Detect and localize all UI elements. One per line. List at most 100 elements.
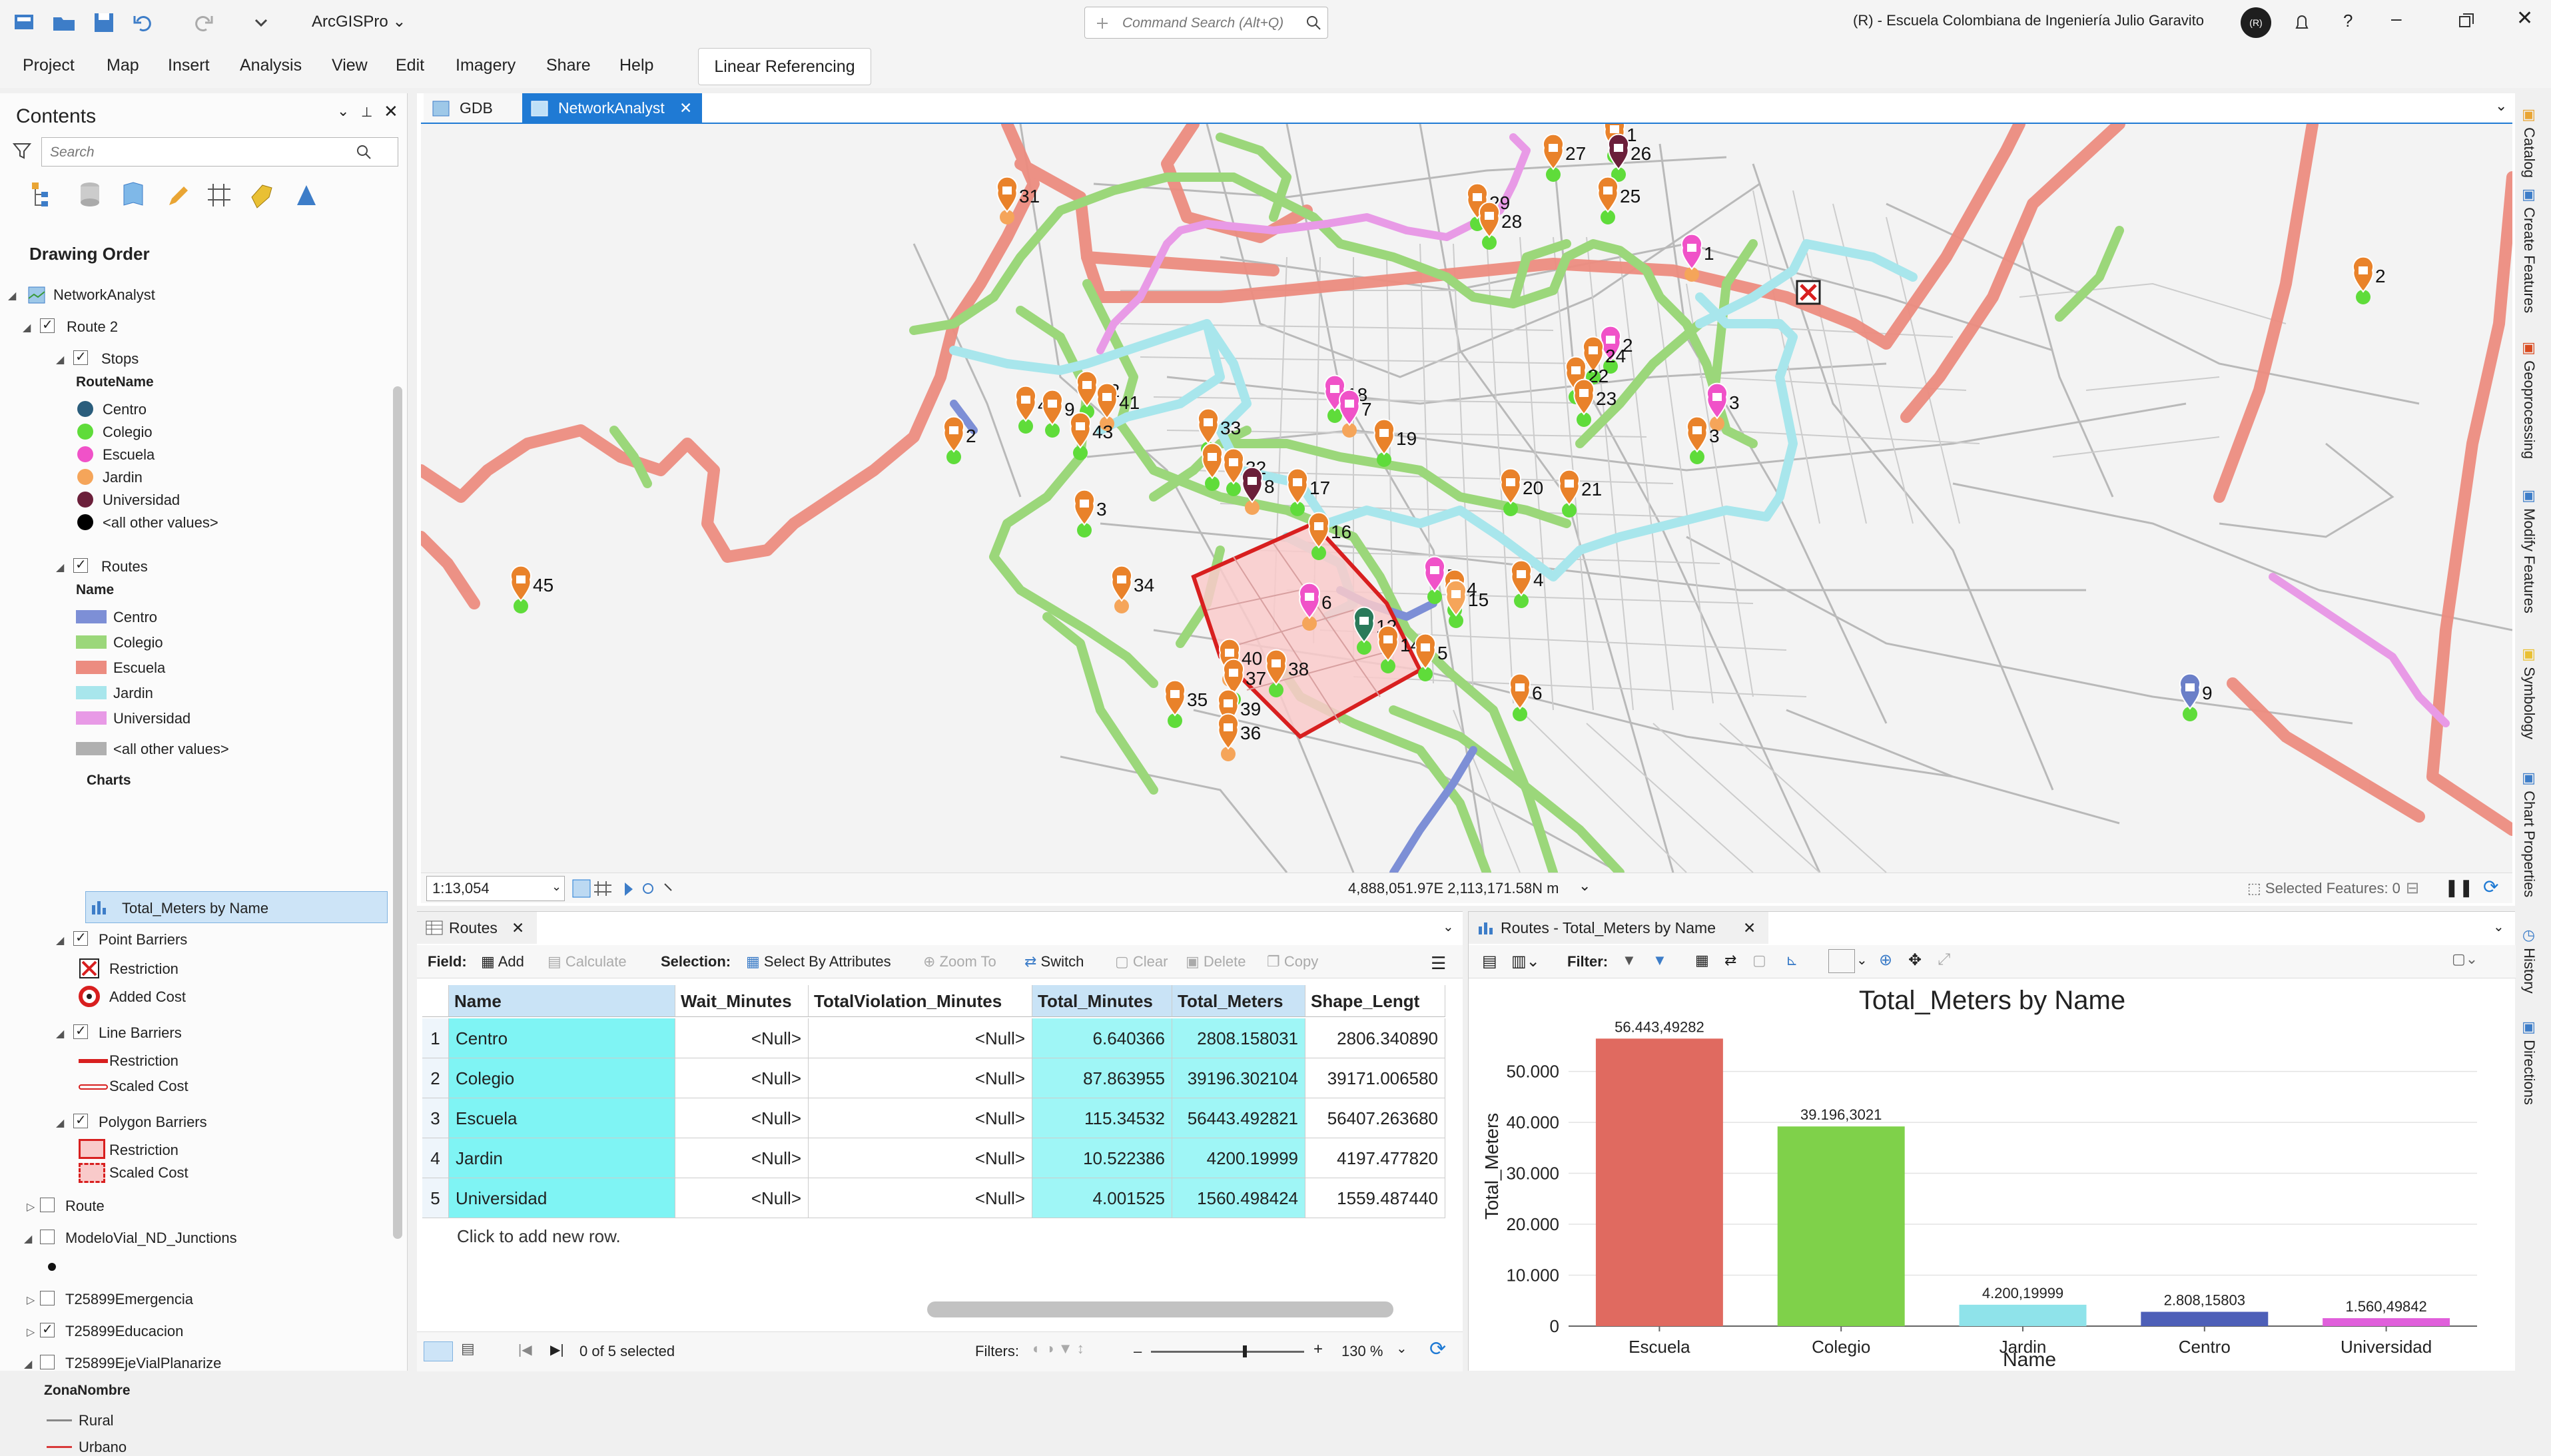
bar-jardin[interactable] xyxy=(1959,1304,2087,1326)
delete-button[interactable]: ▣ Delete xyxy=(1186,953,1246,970)
layer-stops[interactable]: Stops xyxy=(101,350,139,368)
command-search-input[interactable]: Command Search (Alt+Q) xyxy=(1084,7,1328,39)
collapse-icon[interactable]: ◢ xyxy=(23,321,31,334)
tab-linear-referencing[interactable]: Linear Referencing xyxy=(698,48,871,85)
list-by-drawing-order-icon[interactable] xyxy=(29,180,60,210)
table-cell[interactable]: Colegio xyxy=(449,1058,675,1098)
layer-route2[interactable]: Route 2 xyxy=(67,318,118,336)
tab-routes-table[interactable]: Routes ✕ xyxy=(417,912,537,944)
list-by-snapping-icon[interactable] xyxy=(204,180,234,210)
table-cell[interactable]: <Null> xyxy=(675,1178,809,1218)
tab-imagery[interactable]: Imagery xyxy=(456,56,516,75)
redo-icon[interactable] xyxy=(188,8,217,37)
pause-drawing-icon[interactable]: ❚❚ xyxy=(2444,877,2474,898)
tab-share[interactable]: Share xyxy=(546,56,591,75)
layer-visibility-checkbox[interactable] xyxy=(40,1355,55,1369)
undo-icon[interactable] xyxy=(129,8,159,37)
calculate-field-button[interactable]: ▤ Calculate xyxy=(547,953,627,970)
list-by-selection-icon[interactable] xyxy=(120,180,151,210)
list-by-perspective-icon[interactable] xyxy=(290,180,321,210)
collapse-icon[interactable]: ◢ xyxy=(56,934,64,947)
table-cell[interactable]: Escuela xyxy=(449,1098,675,1138)
table-cell[interactable]: <Null> xyxy=(809,1178,1032,1218)
tab-analysis[interactable]: Analysis xyxy=(240,56,302,75)
table-cell[interactable]: 56407.263680 xyxy=(1305,1098,1445,1138)
add-new-row[interactable]: Click to add new row. xyxy=(457,1226,621,1247)
tab-insert[interactable]: Insert xyxy=(168,56,210,75)
zoom-out-icon[interactable]: – xyxy=(1134,1343,1142,1360)
table-cell[interactable]: 115.34532 xyxy=(1032,1098,1172,1138)
layer-visibility-checkbox[interactable] xyxy=(40,1198,55,1212)
collapse-icon[interactable]: ◢ xyxy=(56,353,64,366)
chevron-down-icon[interactable]: ⌄ xyxy=(1856,952,1868,968)
layer-visibility-checkbox[interactable] xyxy=(40,316,55,333)
pane-menu-icon[interactable]: ⌄ xyxy=(2493,918,2504,935)
layer-line-barriers[interactable]: Line Barriers xyxy=(99,1024,182,1042)
show-selected-records-icon[interactable]: ▤ xyxy=(461,1340,475,1357)
close-tab-icon[interactable]: ✕ xyxy=(679,93,692,123)
layer-visibility-checkbox[interactable] xyxy=(73,556,88,573)
layer-visibility-checkbox[interactable] xyxy=(73,1022,88,1039)
collapse-icon[interactable]: ◢ xyxy=(24,1357,32,1371)
layer-route[interactable]: Route xyxy=(65,1198,105,1215)
help-icon[interactable]: ? xyxy=(2343,11,2353,31)
coordinate-system-dropdown-icon[interactable]: ⌄ xyxy=(1579,877,1591,895)
table-cell[interactable]: 39196.302104 xyxy=(1172,1058,1305,1098)
contents-search-input[interactable]: Search xyxy=(41,137,398,167)
filter-icons[interactable]: ◐ ◑ ▼ ↕ xyxy=(1032,1340,1084,1357)
restore-icon[interactable] xyxy=(2458,12,2475,29)
table-cell[interactable]: <Null> xyxy=(675,1098,809,1138)
row-number[interactable]: 1 xyxy=(422,1018,449,1058)
table-cell[interactable]: 39171.006580 xyxy=(1305,1058,1445,1098)
minimize-icon[interactable]: – xyxy=(2391,8,2402,29)
attribute-grid[interactable]: Name Wait_Minutes TotalViolation_Minutes To… xyxy=(422,985,1445,1345)
table-cell[interactable]: 2808.158031 xyxy=(1172,1018,1305,1058)
add-field-button[interactable]: ▦ Add xyxy=(481,953,524,970)
contents-scrollbar[interactable] xyxy=(393,386,402,1239)
layer-educacion[interactable]: T25899Educacion xyxy=(65,1323,183,1340)
table-cell[interactable]: <Null> xyxy=(675,1058,809,1098)
table-cell[interactable]: 10.522386 xyxy=(1032,1138,1172,1178)
chart-menu-icon[interactable]: ▢⌄ xyxy=(2452,950,2478,968)
bar-escuela[interactable] xyxy=(1595,1038,1723,1326)
layer-visibility-checkbox[interactable] xyxy=(40,1321,55,1337)
tab-overflow-icon[interactable]: ⌄ xyxy=(2495,97,2507,115)
side-tab-catalog[interactable]: ▣ Catalog xyxy=(2520,107,2538,178)
table-cell[interactable]: <Null> xyxy=(809,1058,1032,1098)
tab-project[interactable]: Project xyxy=(23,56,75,75)
close-tab-icon[interactable]: ✕ xyxy=(512,912,524,944)
table-menu-icon[interactable]: ☰ xyxy=(1431,953,1446,974)
bar-colegio[interactable] xyxy=(1777,1126,1905,1326)
chart-properties-icon[interactable]: ▤ xyxy=(1482,952,1497,971)
filter-by-extent-icon[interactable]: ▼ xyxy=(1622,952,1637,969)
layer-emergencia[interactable]: T25899Emergencia xyxy=(65,1291,193,1308)
refresh-icon[interactable]: ⟳ xyxy=(2483,876,2498,898)
row-number[interactable]: 5 xyxy=(422,1178,449,1218)
collapse-icon[interactable]: ◢ xyxy=(24,1232,32,1246)
collapse-icon[interactable]: ◢ xyxy=(8,289,16,302)
close-tab-icon[interactable]: ✕ xyxy=(1743,912,1756,944)
pane-menu-icon[interactable]: ⌄ xyxy=(1443,918,1454,935)
table-cell[interactable]: 4200.19999 xyxy=(1172,1138,1305,1178)
layer-ejevial[interactable]: T25899EjeVialPlanarize xyxy=(65,1355,221,1372)
filter-by-selection-icon[interactable]: ▼ xyxy=(1652,952,1667,969)
table-cell[interactable]: 6.640366 xyxy=(1032,1018,1172,1058)
show-all-records-icon[interactable] xyxy=(424,1341,453,1361)
side-tab-geoprocessing[interactable]: ▣ Geoprocessing xyxy=(2520,340,2538,459)
table-cell[interactable]: Universidad xyxy=(449,1178,675,1218)
tab-chart[interactable]: Routes - Total_Meters by Name ✕ xyxy=(1469,912,1768,944)
clear-selection-button[interactable]: ▢ Clear xyxy=(1115,953,1168,970)
list-by-data-source-icon[interactable] xyxy=(75,180,105,210)
expand-icon[interactable]: ▷ xyxy=(27,1325,35,1339)
switch-selection-icon[interactable]: ⇄ xyxy=(1724,952,1736,969)
chevron-down-icon[interactable]: ⌄ xyxy=(1396,1340,1407,1357)
close-pane-icon[interactable]: ✕ xyxy=(384,101,398,122)
clear-selection-icon[interactable]: ▢ xyxy=(1752,952,1766,969)
refresh-layers-icon[interactable]: ⊟ xyxy=(2406,879,2419,898)
side-tab-create-features[interactable]: ▣ Create Features xyxy=(2520,186,2538,313)
table-cell[interactable]: 87.863955 xyxy=(1032,1058,1172,1098)
column-header[interactable]: Wait_Minutes xyxy=(675,985,809,1017)
app-icon[interactable] xyxy=(9,8,39,37)
table-horizontal-scrollbar[interactable] xyxy=(927,1301,1393,1317)
side-tab-chart-properties[interactable]: ▣ Chart Properties xyxy=(2520,770,2538,897)
